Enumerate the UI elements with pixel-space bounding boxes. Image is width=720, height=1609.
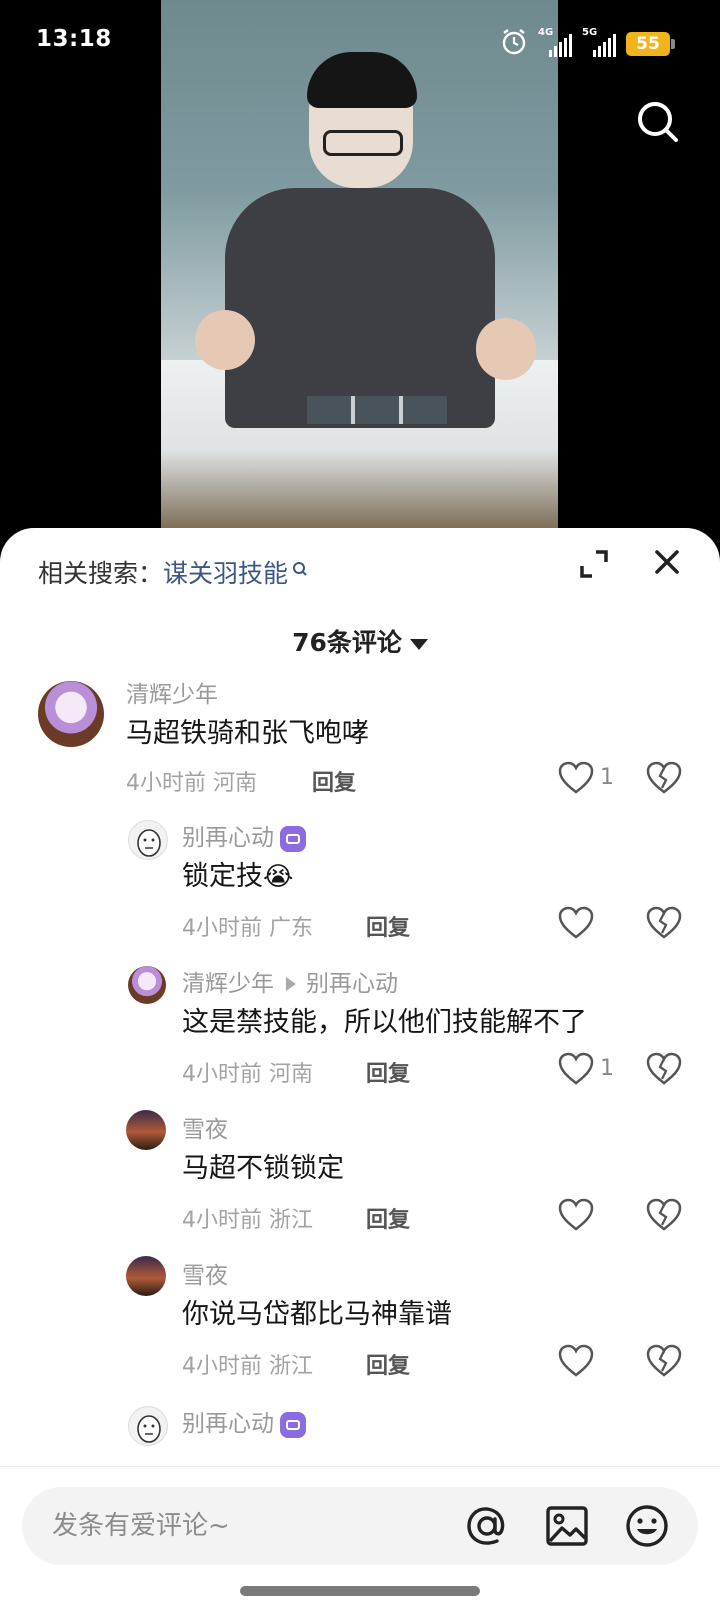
badge-icon (280, 1411, 306, 1438)
reply-button[interactable]: 回复 (366, 1348, 410, 1380)
badge-icon (280, 825, 306, 852)
video-cards (307, 396, 447, 424)
comment-meta: 4小时前 河南 (126, 765, 257, 797)
emoji-icon[interactable] (622, 1501, 672, 1551)
reply-item: 别再心动 锁定技😭 4小时前 广东 回复 (0, 818, 720, 962)
expand-icon[interactable] (574, 544, 614, 584)
heart-icon[interactable] (558, 1198, 598, 1234)
reply-region: 河南 (269, 1062, 314, 1087)
comment-count[interactable]: 76条评论 (0, 623, 720, 659)
comment-count-label[interactable]: 76条评论 (292, 628, 402, 657)
crying-emoji-icon: 😭 (263, 862, 294, 892)
avatar[interactable] (126, 1256, 166, 1296)
heart-icon[interactable] (558, 1344, 598, 1380)
status-icons: 4G 5G 55 (500, 27, 675, 60)
broken-heart-icon[interactable] (646, 906, 684, 942)
like-count: 1 (600, 1056, 614, 1081)
reply-time: 4小时前 (182, 1354, 262, 1379)
reply-meta: 4小时前 浙江 (182, 1202, 313, 1234)
search-icon[interactable] (634, 98, 682, 146)
comment-input-container (22, 1487, 698, 1565)
video-person-body (225, 188, 495, 428)
reply-time: 4小时前 (182, 916, 262, 941)
reply-button[interactable]: 回复 (366, 1056, 410, 1088)
reply-meta: 4小时前 河南 (182, 1056, 313, 1088)
reply-username-text[interactable]: 别再心动 (182, 825, 274, 851)
comments-sheet: 相关搜索： 谋关羽技能 76条评论 清辉少年 马超铁骑和张飞咆哮 4小时前 河南… (0, 528, 720, 1609)
status-time: 13:18 (36, 26, 112, 52)
broken-heart-icon[interactable] (646, 1052, 684, 1088)
reply-button[interactable]: 回复 (366, 910, 410, 942)
status-bar: 13:18 4G 5G 55 (0, 0, 720, 84)
video-person-hand-left (195, 310, 255, 370)
caret-down-icon[interactable] (409, 638, 428, 650)
reply-text: 马超不锁锁定 (182, 1153, 344, 1184)
heart-icon[interactable] (558, 906, 598, 942)
reply-username-text[interactable]: 别再心动 (182, 1411, 274, 1437)
reply-text: 这是禁技能，所以他们技能解不了 (182, 1007, 587, 1038)
reply-item: 雪夜 马超不锁锁定 4小时前 浙江 回复 (0, 1110, 720, 1254)
comment-input[interactable] (52, 1487, 452, 1565)
video-person-hand-right (476, 318, 536, 380)
related-search-keyword[interactable]: 谋关羽技能 (163, 554, 288, 590)
avatar[interactable] (128, 820, 168, 860)
avatar[interactable] (38, 681, 104, 747)
at-icon[interactable] (462, 1501, 512, 1551)
comment-time: 4小时前 (126, 771, 206, 796)
reply-item: 清辉少年 别再心动 这是禁技能，所以他们技能解不了 4小时前 河南 回复 1 (0, 964, 720, 1108)
battery-indicator: 55 (626, 32, 675, 56)
comment-text: 马超铁骑和张飞咆哮 (126, 718, 369, 749)
video-person-glasses (323, 130, 403, 156)
reply-text: 你说马岱都比马神靠谱 (182, 1299, 452, 1330)
reply-region: 浙江 (269, 1208, 314, 1233)
reply-item: 雪夜 你说马岱都比马神靠谱 4小时前 浙江 回复 (0, 1256, 720, 1400)
reply-username: 别再心动 (182, 1404, 306, 1438)
reply-meta: 4小时前 广东 (182, 910, 313, 942)
reply-to-username[interactable]: 别再心动 (306, 971, 398, 997)
alarm-icon (500, 28, 528, 60)
reply-button[interactable]: 回复 (312, 765, 356, 797)
comment-region: 河南 (213, 771, 258, 796)
broken-heart-icon[interactable] (646, 1344, 684, 1380)
reply-meta: 4小时前 浙江 (182, 1348, 313, 1380)
reply-time: 4小时前 (182, 1208, 262, 1233)
signal-5g-icon: 5G (582, 27, 616, 57)
reply-username[interactable]: 雪夜 (182, 1256, 228, 1290)
home-indicator[interactable] (240, 1586, 480, 1596)
reply-time: 4小时前 (182, 1062, 262, 1087)
reply-region: 广东 (269, 916, 314, 941)
avatar[interactable] (128, 966, 166, 1004)
comment-item: 清辉少年 马超铁骑和张飞咆哮 4小时前 河南 回复 1 (0, 673, 720, 817)
comment-username[interactable]: 清辉少年 (126, 675, 218, 709)
reply-username: 清辉少年 别再心动 (182, 964, 398, 998)
like-count: 1 (600, 765, 614, 790)
reply-text: 锁定技😭 (182, 861, 294, 892)
reply-arrow-icon (286, 976, 296, 991)
reply-username[interactable]: 雪夜 (182, 1110, 228, 1144)
reply-region: 浙江 (269, 1354, 314, 1379)
small-search-icon (292, 554, 308, 583)
reply-username: 别再心动 (182, 818, 306, 852)
avatar[interactable] (126, 1110, 166, 1150)
image-icon[interactable] (542, 1501, 592, 1551)
heart-icon[interactable] (558, 1052, 598, 1088)
related-search: 相关搜索： 谋关羽技能 (38, 554, 308, 590)
reply-item: 别再心动 (0, 1404, 720, 1464)
signal-4g-icon: 4G (538, 27, 572, 57)
related-search-label: 相关搜索： (38, 559, 164, 588)
avatar[interactable] (128, 1406, 168, 1446)
reply-username-text[interactable]: 清辉少年 (182, 971, 274, 997)
broken-heart-icon[interactable] (646, 761, 684, 797)
reply-button[interactable]: 回复 (366, 1202, 410, 1234)
close-icon[interactable] (647, 542, 687, 582)
broken-heart-icon[interactable] (646, 1198, 684, 1234)
heart-icon[interactable] (558, 761, 598, 797)
